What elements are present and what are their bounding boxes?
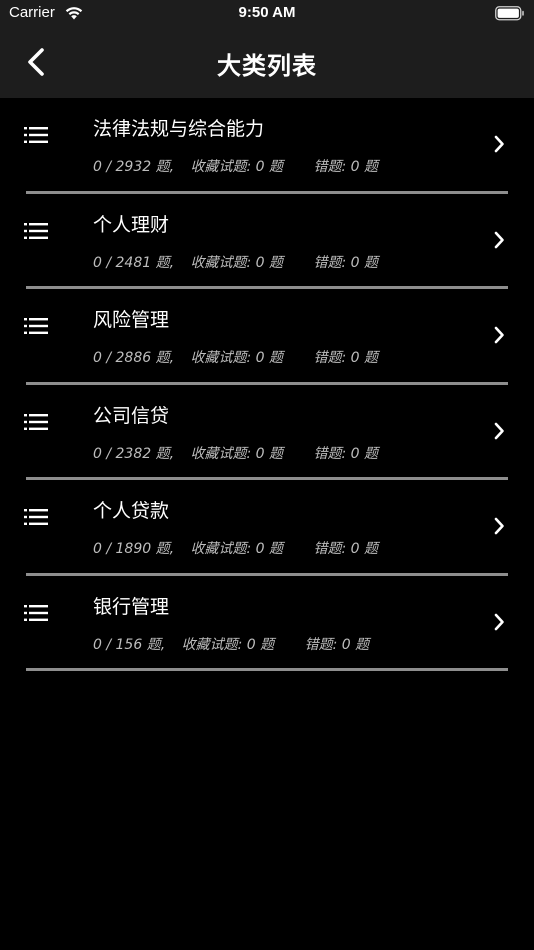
category-row[interactable]: 银行管理 0 / 156 题, 收藏试题: 0 题 错题: 0 题 <box>0 576 534 671</box>
category-row[interactable]: 法律法规与综合能力 0 / 2932 题, 收藏试题: 0 题 错题: 0 题 <box>0 98 534 194</box>
progress-count: 0 / 2886 题, <box>93 350 175 366</box>
category-list: 法律法规与综合能力 0 / 2932 题, 收藏试题: 0 题 错题: 0 题 … <box>0 98 534 671</box>
progress-count: 0 / 2932 题, <box>93 159 175 175</box>
row-divider <box>26 668 508 671</box>
category-row[interactable]: 个人理财 0 / 2481 题, 收藏试题: 0 题 错题: 0 题 <box>0 194 534 289</box>
list-icon <box>24 413 48 430</box>
errors-count: 错题: 0 题 <box>313 159 379 175</box>
favorites-count: 收藏试题: 0 题 <box>190 541 284 557</box>
progress-count: 0 / 2481 题, <box>93 254 175 271</box>
chevron-right-icon <box>494 326 504 344</box>
favorites-count: 收藏试题: 0 题 <box>190 350 284 366</box>
errors-count: 错题: 0 题 <box>313 350 379 366</box>
chevron-right-icon <box>494 231 504 248</box>
list-icon <box>24 318 48 334</box>
category-title: 公司信贷 <box>93 404 170 427</box>
category-row[interactable]: 个人贷款 0 / 1890 题, 收藏试题: 0 题 错题: 0 题 <box>0 480 534 576</box>
category-stats: 0 / 2481 题, 收藏试题: 0 题 错题: 0 题 <box>93 252 378 272</box>
clock: 9:50 AM <box>238 4 296 21</box>
chevron-right-icon <box>494 135 504 153</box>
progress-count: 0 / 1890 题, <box>93 541 175 557</box>
progress-count: 0 / 156 题, <box>93 636 166 653</box>
chevron-right-icon <box>494 517 504 535</box>
category-row[interactable]: 风险管理 0 / 2886 题, 收藏试题: 0 题 错题: 0 题 <box>0 289 534 385</box>
category-title: 风险管理 <box>93 309 170 331</box>
category-title: 个人理财 <box>93 213 170 236</box>
category-stats: 0 / 1890 题, 收藏试题: 0 题 错题: 0 题 <box>93 538 378 558</box>
category-title: 个人贷款 <box>93 500 170 522</box>
category-title: 银行管理 <box>93 595 170 618</box>
battery-icon <box>495 6 525 25</box>
errors-count: 错题: 0 题 <box>313 445 379 462</box>
category-row[interactable]: 公司信贷 0 / 2382 题, 收藏试题: 0 题 错题: 0 题 <box>0 385 534 480</box>
favorites-count: 收藏试题: 0 题 <box>190 445 284 462</box>
chevron-right-icon <box>494 422 504 439</box>
favorites-count: 收藏试题: 0 题 <box>181 636 275 653</box>
nav-bar: 大类列表 <box>0 28 534 98</box>
list-icon <box>24 127 48 143</box>
page-title: 大类列表 <box>217 52 317 80</box>
category-stats: 0 / 156 题, 收藏试题: 0 题 错题: 0 题 <box>93 634 369 654</box>
list-icon <box>24 509 48 525</box>
list-icon <box>24 222 48 239</box>
status-bar: Carrier 9:50 AM <box>0 0 534 28</box>
category-stats: 0 / 2932 题, 收藏试题: 0 题 错题: 0 题 <box>93 156 378 176</box>
category-stats: 0 / 2382 题, 收藏试题: 0 题 错题: 0 题 <box>93 443 378 463</box>
errors-count: 错题: 0 题 <box>304 636 370 653</box>
favorites-count: 收藏试题: 0 题 <box>190 254 284 271</box>
category-title: 法律法规与综合能力 <box>93 118 265 140</box>
progress-count: 0 / 2382 题, <box>93 445 175 462</box>
list-icon <box>24 604 48 621</box>
header: Carrier 9:50 AM 大类列表 <box>0 0 534 98</box>
favorites-count: 收藏试题: 0 题 <box>190 159 284 175</box>
category-stats: 0 / 2886 题, 收藏试题: 0 题 错题: 0 题 <box>93 347 378 367</box>
errors-count: 错题: 0 题 <box>313 254 379 271</box>
errors-count: 错题: 0 题 <box>313 541 379 557</box>
chevron-right-icon <box>494 613 504 630</box>
